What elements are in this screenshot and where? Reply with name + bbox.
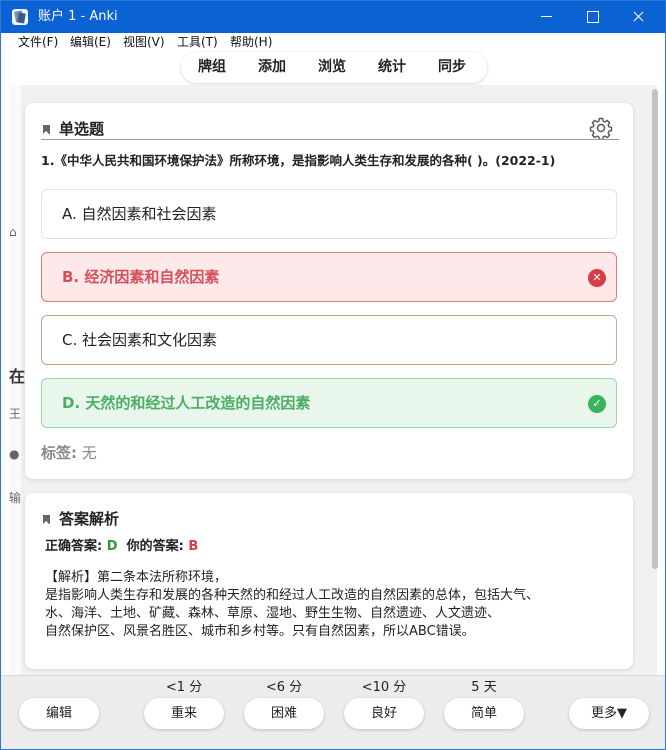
- correct-check-icon: ✓: [588, 395, 606, 413]
- explanation-text: 【解析】第二条本法所称环境， 是指影响人类生存和发展的各种天然的和经过人工改造的…: [45, 569, 615, 641]
- correct-answer-label: 正确答案:: [45, 539, 103, 554]
- main-toolbar: 牌组 添加 浏览 统计 同步: [181, 52, 487, 83]
- title-bar: 账户 1 - Anki: [1, 1, 665, 33]
- background-window-edge: ⌂ 在 王 ● 输: [9, 85, 25, 675]
- toolbar-stats[interactable]: 统计: [378, 58, 406, 76]
- explanation-line: 自然保护区、风景名胜区、城市和乡村等。只有自然因素，所以ABC错误。: [45, 624, 475, 639]
- toolbar-decks[interactable]: 牌组: [198, 58, 226, 76]
- anki-app-icon: [12, 9, 28, 25]
- answer-analysis-title: 答案解析: [59, 510, 120, 528]
- wrong-x-icon: ✕: [588, 269, 606, 287]
- bookmark-icon: [43, 515, 50, 524]
- tags-row: 标签: 无: [41, 443, 97, 463]
- more-button[interactable]: 更多▼: [569, 698, 649, 729]
- answer-card: 答案解析 正确答案: D 你的答案: B 【解析】第二条本法所称环境， 是指影响…: [25, 493, 633, 669]
- content-scrollbar[interactable]: [652, 85, 660, 675]
- toolbar-add[interactable]: 添加: [258, 58, 286, 76]
- menu-edit[interactable]: 编辑(E): [70, 34, 111, 50]
- reviewer-content: ⌂ 在 王 ● 输 单选题 1.《中华人民共和国环境保护法》所称环境，是指影响人…: [9, 85, 657, 675]
- answer-bar: <1 分 <6 分 <10 分 5 天 编辑 重来 困难 良好 简单 更多▼: [1, 675, 665, 749]
- menu-view[interactable]: 视图(V): [123, 34, 165, 50]
- question-type-title: 单选题: [59, 120, 105, 138]
- window-title: 账户 1 - Anki: [38, 9, 118, 24]
- minimize-button[interactable]: [523, 1, 569, 33]
- toolbar-browse[interactable]: 浏览: [318, 58, 346, 76]
- explanation-line: 是指影响人类生存和发展的各种天然的和经过人工改造的自然因素的总体，包括大气、: [45, 588, 540, 603]
- your-answer-label: 你的答案:: [126, 539, 184, 554]
- option-b[interactable]: B. 经济因素和自然因素 ✕: [41, 252, 617, 302]
- maximize-button[interactable]: [569, 1, 615, 33]
- option-a-label: A. 自然因素和社会因素: [62, 205, 217, 223]
- explanation-line: 水、海洋、土地、矿藏、森林、草原、湿地、野生生物、自然遗迹、人文遗迹、: [45, 606, 501, 621]
- answer-summary: 正确答案: D 你的答案: B: [45, 538, 198, 556]
- option-b-label: B. 经济因素和自然因素: [62, 268, 220, 286]
- tags-value: 无: [81, 444, 97, 462]
- option-c-label: C. 社会因素和文化因素: [62, 331, 218, 349]
- menu-file[interactable]: 文件(F): [18, 34, 58, 50]
- easy-button[interactable]: 简单: [444, 698, 524, 729]
- question-text: 1.《中华人民共和国环境保护法》所称环境，是指影响人类生存和发展的各种( )。(…: [41, 153, 556, 168]
- menu-help[interactable]: 帮助(H): [230, 34, 272, 50]
- explanation-line: 【解析】第二条本法所称环境，: [45, 570, 228, 585]
- menu-tools[interactable]: 工具(T): [177, 34, 218, 50]
- interval-hard: <6 分: [265, 680, 303, 695]
- bookmark-icon: [43, 125, 50, 134]
- edit-button[interactable]: 编辑: [19, 698, 99, 729]
- tags-label: 标签:: [41, 444, 77, 462]
- scrollbar-thumb[interactable]: [652, 89, 658, 569]
- interval-again: <1 分: [165, 680, 203, 695]
- option-c[interactable]: C. 社会因素和文化因素: [41, 315, 617, 365]
- anki-window: 账户 1 - Anki 文件(F) 编辑(E) 视图(V) 工具(T) 帮助(H…: [0, 0, 666, 750]
- your-answer-value: B: [188, 539, 199, 554]
- toolbar-sync[interactable]: 同步: [438, 58, 466, 76]
- hard-button[interactable]: 困难: [244, 698, 324, 729]
- option-d[interactable]: D. 天然的和经过人工改造的自然因素 ✓: [41, 378, 617, 428]
- option-d-label: D. 天然的和经过人工改造的自然因素: [62, 394, 311, 412]
- gear-icon[interactable]: [589, 116, 613, 140]
- menu-bar: 文件(F) 编辑(E) 视图(V) 工具(T) 帮助(H): [1, 33, 665, 51]
- interval-good: <10 分: [361, 680, 407, 695]
- close-window-button[interactable]: [615, 1, 661, 33]
- good-button[interactable]: 良好: [344, 698, 424, 729]
- question-card: 单选题 1.《中华人民共和国环境保护法》所称环境，是指影响人类生存和发展的各种(…: [25, 103, 633, 479]
- option-a[interactable]: A. 自然因素和社会因素: [41, 189, 617, 239]
- interval-easy: 5 天: [471, 680, 497, 695]
- title-divider: [41, 139, 619, 140]
- correct-answer-value: D: [106, 539, 118, 554]
- again-button[interactable]: 重来: [144, 698, 224, 729]
